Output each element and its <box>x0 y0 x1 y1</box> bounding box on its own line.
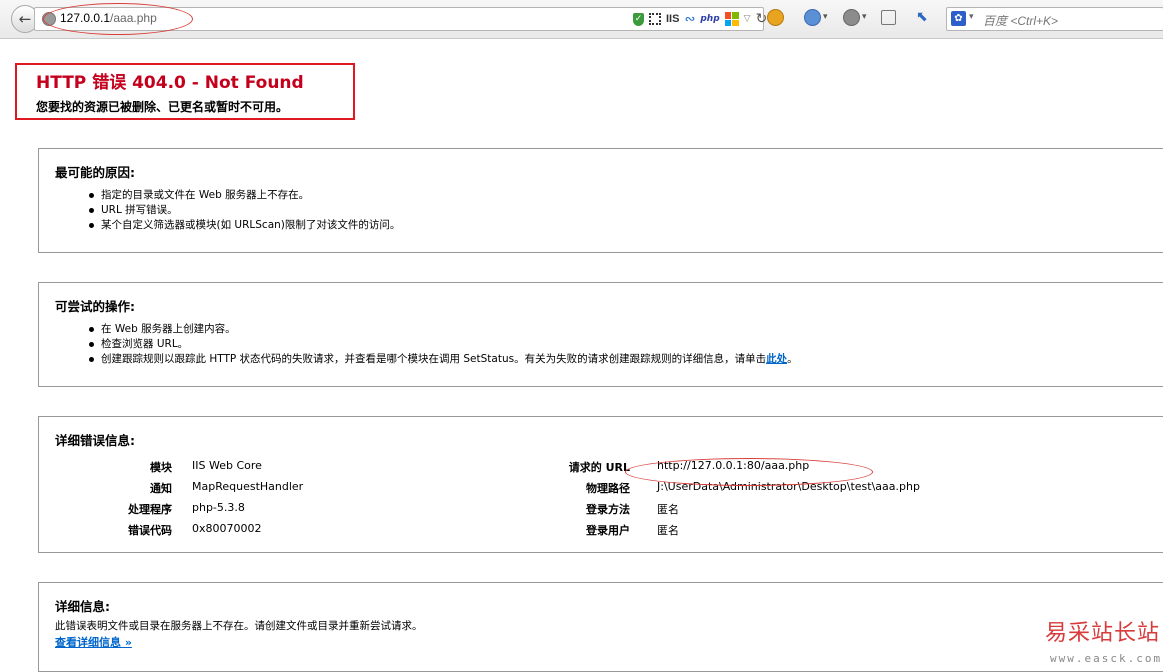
list-item: URL 拼写错误。 <box>89 203 400 218</box>
details-heading: 详细错误信息: <box>55 433 135 448</box>
error-subtitle: 您要找的资源已被删除、已更名或暂时不可用。 <box>36 100 289 114</box>
details-section: 详细错误信息: 模块 IIS Web Core 通知 MapRequestHan… <box>38 416 1163 553</box>
iis-label[interactable]: IIS <box>666 13 679 25</box>
more-info-heading: 详细信息: <box>55 599 110 614</box>
trace-rule-text: 创建跟踪规则以跟踪此 HTTP 状态代码的失败请求，并查看是哪个模块在调用 Se… <box>101 353 767 365</box>
addon-circle-icon[interactable] <box>767 9 784 26</box>
dropdown-icon[interactable]: ▽ <box>744 14 751 24</box>
trace-rule-end: 。 <box>787 353 798 365</box>
qr-code-icon[interactable] <box>649 13 661 25</box>
notes-icon[interactable] <box>881 10 896 25</box>
windows-logo-icon[interactable] <box>724 12 739 26</box>
detail-label-handler: 处理程序 <box>128 503 172 516</box>
address-bar[interactable]: 127.0.0.1/aaa.php ✓ IIS ∾ php ▽ ↻ <box>34 3 767 35</box>
dropdown-arrow-icon[interactable]: ▾ <box>823 12 828 22</box>
detail-label-request-url: 请求的 URL <box>568 461 630 474</box>
dropdown-arrow-icon[interactable]: ▾ <box>862 12 867 22</box>
actions-section: 可尝试的操作: 在 Web 服务器上创建内容。 检查浏览器 URL。 创建跟踪规… <box>38 282 1163 387</box>
addon-gear-icon[interactable] <box>843 9 860 26</box>
addon-globe-icon[interactable] <box>804 9 821 26</box>
arrow-left-icon: ← <box>18 10 32 28</box>
detail-label-logon-user: 登录用户 <box>586 524 630 537</box>
request-url-annotation-ellipse <box>625 458 873 486</box>
watermark-text: 易采站长站 <box>1045 621 1161 646</box>
detail-value-module: IIS Web Core <box>192 459 262 472</box>
causes-list: 指定的目录或文件在 Web 服务器上不存在。 URL 拼写错误。 某个自定义筛选… <box>89 188 400 233</box>
url-annotation-ellipse <box>43 3 193 35</box>
search-placeholder[interactable]: 百度 <Ctrl+K> <box>983 12 1058 29</box>
list-item: 检查浏览器 URL。 <box>89 337 798 352</box>
list-item: 某个自定义筛选器或模块(如 URLScan)限制了对该文件的访问。 <box>89 218 400 233</box>
detail-value-error-code: 0x80070002 <box>192 522 262 535</box>
refresh-icon[interactable]: ↻ <box>756 11 768 27</box>
view-details-link[interactable]: 查看详细信息 » <box>55 634 132 650</box>
browser-toolbar: ← 127.0.0.1/aaa.php ✓ IIS ∾ php ▽ ↻ ▾ ▾ … <box>0 0 1163 39</box>
detail-value-logon-method: 匿名 <box>657 503 679 516</box>
search-bar[interactable]: ✿ ▾ 百度 <Ctrl+K> <box>946 7 1163 31</box>
list-item: 创建跟踪规则以跟踪此 HTTP 状态代码的失败请求，并查看是哪个模块在调用 Se… <box>89 352 798 367</box>
causes-section: 最可能的原因: 指定的目录或文件在 Web 服务器上不存在。 URL 拼写错误。… <box>38 148 1163 253</box>
pointer-icon[interactable]: ⬉ <box>916 9 928 25</box>
paw-icon[interactable]: ✿ <box>951 11 966 26</box>
addon-icons: ✓ IIS ∾ php ▽ ↻ <box>633 11 767 27</box>
error-title: HTTP 错误 404.0 - Not Found <box>36 73 304 93</box>
wave-icon[interactable]: ∾ <box>684 12 695 27</box>
detail-label-module: 模块 <box>150 461 172 474</box>
detail-label-notification: 通知 <box>150 482 172 495</box>
help-link[interactable]: 此处 <box>766 353 787 365</box>
list-item: 在 Web 服务器上创建内容。 <box>89 322 798 337</box>
list-item: 指定的目录或文件在 Web 服务器上不存在。 <box>89 188 400 203</box>
detail-value-logon-user: 匿名 <box>657 524 679 537</box>
php-label[interactable]: php <box>700 14 719 24</box>
dropdown-arrow-icon[interactable]: ▾ <box>969 12 974 22</box>
causes-heading: 最可能的原因: <box>55 165 135 180</box>
shield-icon[interactable]: ✓ <box>633 12 644 26</box>
detail-label-logon-method: 登录方法 <box>586 503 630 516</box>
actions-list: 在 Web 服务器上创建内容。 检查浏览器 URL。 创建跟踪规则以跟踪此 HT… <box>89 322 798 367</box>
more-info-text: 此错误表明文件或目录在服务器上不存在。请创建文件或目录并重新尝试请求。 <box>55 620 423 632</box>
watermark-url: www.easck.com <box>1050 652 1163 665</box>
detail-label-error-code: 错误代码 <box>128 524 172 537</box>
error-header: HTTP 错误 404.0 - Not Found 您要找的资源已被删除、已更名… <box>15 63 355 120</box>
detail-value-notification: MapRequestHandler <box>192 480 304 493</box>
detail-label-physical-path: 物理路径 <box>586 482 630 495</box>
more-info-section: 详细信息: 此错误表明文件或目录在服务器上不存在。请创建文件或目录并重新尝试请求… <box>38 582 1163 672</box>
actions-heading: 可尝试的操作: <box>55 299 135 314</box>
detail-value-handler: php-5.3.8 <box>192 501 245 514</box>
